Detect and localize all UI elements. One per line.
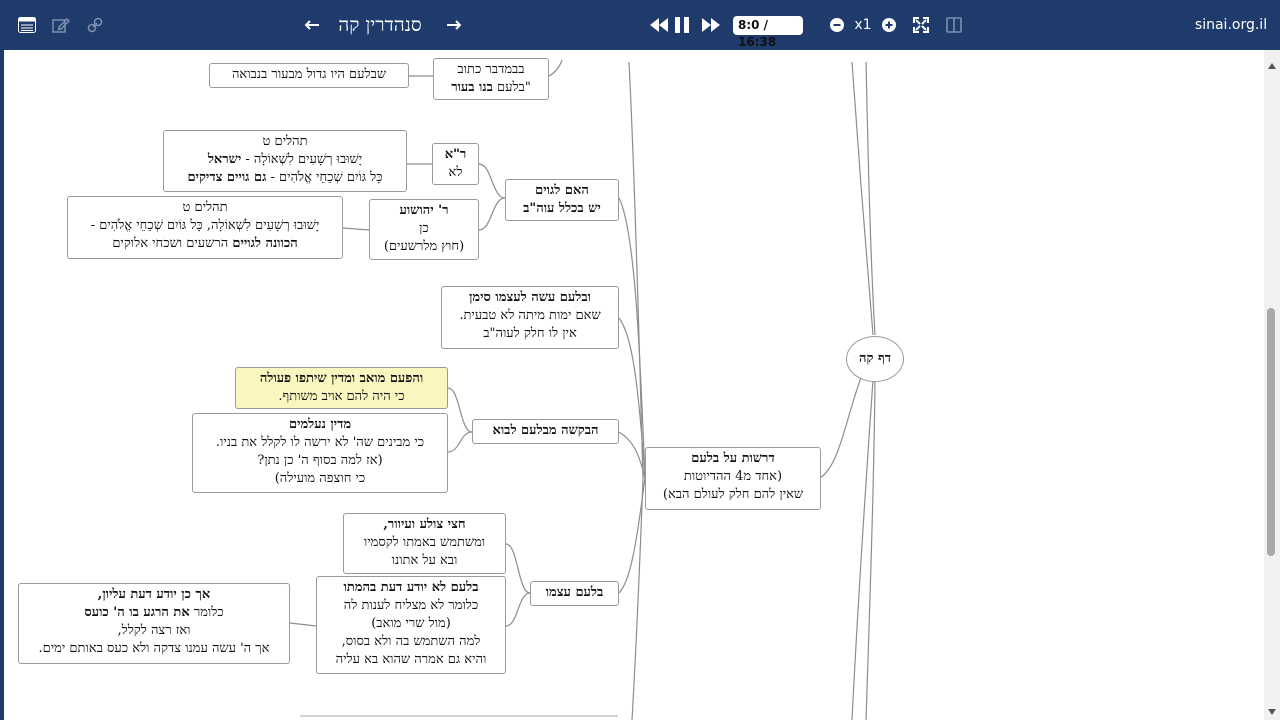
node-lo-yodea[interactable]: בלעם לא יודע דעת בהמתו כלומר לא מצליח לע… [316,576,506,674]
window-left-edge [0,50,4,720]
mind-map-canvas[interactable]: דף קה דרשות על בלעם (אחד מ4 ההדיוטות שאי… [0,50,1264,720]
node-siman[interactable]: ובלעם עשה לעצמו סימן שאם ימות מיתה לא טב… [441,286,619,349]
zoom-level: x1 [854,17,872,33]
edit-icon[interactable] [48,0,74,50]
node-navua[interactable]: שבלעם היו גדול מבעור בנבואה [209,63,409,88]
fast-forward-icon[interactable] [700,0,722,50]
node-tehilim-2[interactable]: תהלים ט יָשׁוּבוּ רְשָׁעִים לִשְׁאוֹלָה,… [67,196,343,259]
scrollbar-thumb[interactable] [1267,308,1275,556]
node-tehilim-1[interactable]: תהלים ט יָשׁוּבוּ רְשָׁעִים לִשְׁאוֹלָה … [163,130,407,192]
node-moav-midyan[interactable]: והפעם מואב ומדין שיתפו פעולה כי היה להם … [235,367,448,409]
scroll-up-arrow-icon[interactable] [1264,58,1280,74]
node-chatzi[interactable]: חצי צולע ועיוור, ומשתמש באמתו לקסמיו ובא… [343,513,506,574]
notes-list-icon[interactable] [14,0,40,50]
site-link[interactable]: sinai.org.il [1195,0,1267,50]
zoom-out-icon[interactable] [828,0,846,50]
split-view-icon[interactable] [943,0,965,50]
zoom-in-icon[interactable] [880,0,898,50]
node-elyon[interactable]: אך כן יודע דעת עליון, כלומר את הרגע בו ה… [18,583,290,664]
node-atzmo[interactable]: בלעם עצמו [530,581,619,606]
page-title: סנהדרין קה [338,13,422,36]
fullscreen-icon[interactable] [910,0,932,50]
rewind-icon[interactable] [648,0,670,50]
node-ryehoshua[interactable]: ר' יהושוע כן (חוץ מלרשעים) [369,199,479,260]
node-midyan[interactable]: מדין נעלמים כי מבינים שה' לא ירשה לו לקל… [192,413,448,493]
previous-page-arrow-icon[interactable] [300,0,324,50]
scroll-down-arrow-icon[interactable] [1264,704,1280,720]
vertical-scrollbar[interactable] [1264,50,1280,720]
node-bakasha[interactable]: הבקשה מבלעם לבוא [472,419,619,444]
link-icon[interactable] [82,0,108,50]
pause-icon[interactable] [672,0,692,50]
node-drashot-balaam[interactable]: דרשות על בלעם (אחד מ4 ההדיוטות שאין להם … [645,447,821,510]
player-toolbar: סנהדרין קה 8:0 / 16:38 x1 sinai.org.il [0,0,1280,50]
root-node-daf[interactable]: דף קה [846,336,904,382]
next-page-arrow-icon[interactable] [442,0,466,50]
playback-time: 8:0 / 16:38 [733,15,803,49]
node-ra[interactable]: ר"א לא [432,143,479,185]
node-goyim[interactable]: האם לגוים יש בכלל עוה"ב [505,179,619,221]
node-bamidbar[interactable]: בבמדבר כתוב "בלעם בנו בעור [433,58,549,100]
